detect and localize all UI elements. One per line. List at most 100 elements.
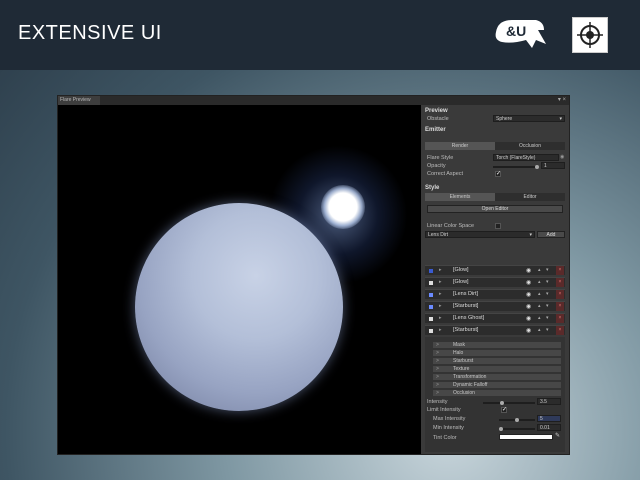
opacity-slider[interactable] — [493, 166, 539, 168]
foldout-arrow-icon[interactable]: > — [436, 390, 439, 397]
min-intensity-slider-knob[interactable] — [499, 427, 503, 431]
element-row[interactable]: ▸ [Lens Dirt] ◉ ▴ ▾ × — [425, 289, 565, 299]
opacity-field[interactable]: 1 — [541, 162, 565, 169]
eye-icon[interactable]: ◉ — [526, 327, 531, 334]
object-picker-icon[interactable]: ◉ — [560, 154, 564, 160]
foldout-arrow-icon[interactable]: > — [436, 374, 439, 381]
foldout-arrow-icon[interactable]: > — [436, 342, 439, 349]
flare-style-value: Torch (FlareStyle) — [496, 155, 536, 161]
element-color-swatch[interactable] — [429, 269, 433, 273]
element-color-swatch[interactable] — [429, 317, 433, 321]
element-row[interactable]: ▸ [Glow] ◉ ▴ ▾ × — [425, 277, 565, 287]
obstacle-value: Sphere — [496, 116, 513, 122]
move-up-icon[interactable]: ▴ — [538, 279, 541, 285]
linear-color-space-checkbox[interactable] — [495, 223, 501, 229]
move-up-icon[interactable]: ▴ — [538, 327, 541, 333]
element-row[interactable]: ▸ [Glow] ◉ ▴ ▾ × — [425, 265, 565, 275]
remove-icon[interactable]: × — [556, 314, 564, 323]
min-intensity-slider[interactable] — [499, 428, 535, 430]
play-arrow-icon[interactable]: ▸ — [439, 279, 442, 285]
intensity-slider[interactable] — [483, 402, 535, 404]
foldout-transformation[interactable]: > Transformation — [433, 374, 561, 381]
tab-editor[interactable]: Editor — [495, 193, 565, 201]
foldout-occlusion[interactable]: > Occlusion — [433, 390, 561, 397]
move-down-icon[interactable]: ▾ — [546, 303, 549, 309]
element-name: [Starburst] — [453, 303, 479, 309]
play-arrow-icon[interactable]: ▸ — [439, 315, 442, 321]
foldout-label: Dynamic Falloff — [453, 382, 488, 388]
opacity-label: Opacity — [427, 163, 446, 169]
tab-elements[interactable]: Elements — [425, 193, 495, 201]
play-arrow-icon[interactable]: ▸ — [439, 327, 442, 333]
tab-flare-preview[interactable]: Flare Preview — [58, 96, 100, 105]
emitter-tabs: Render Occlusion — [425, 142, 565, 150]
remove-icon[interactable]: × — [556, 266, 564, 275]
element-color-swatch[interactable] — [429, 281, 433, 285]
max-intensity-slider-knob[interactable] — [515, 418, 519, 422]
element-color-swatch[interactable] — [429, 293, 433, 297]
intensity-slider-knob[interactable] — [499, 401, 504, 405]
eye-icon[interactable]: ◉ — [526, 267, 531, 274]
move-up-icon[interactable]: ▴ — [538, 291, 541, 297]
brand-logo-text: &U — [506, 23, 526, 39]
intensity-field[interactable]: 3.5 — [537, 398, 561, 405]
tab-occlusion[interactable]: Occlusion — [495, 142, 565, 150]
opacity-slider-knob[interactable] — [535, 165, 539, 169]
limit-intensity-label: Limit Intensity — [427, 407, 461, 413]
eye-icon[interactable]: ◉ — [526, 315, 531, 322]
move-up-icon[interactable]: ▴ — [538, 315, 541, 321]
foldout-arrow-icon[interactable]: > — [436, 366, 439, 373]
obstacle-select[interactable]: Sphere ▾ — [493, 115, 565, 122]
tint-color-swatch[interactable] — [499, 434, 553, 440]
tint-color-label: Tint Color — [433, 435, 457, 441]
window-controls[interactable]: ▾ × — [558, 96, 566, 104]
remove-icon[interactable]: × — [556, 278, 564, 287]
element-name: [Lens Ghost] — [453, 315, 485, 321]
move-up-icon[interactable]: ▴ — [538, 267, 541, 273]
remove-icon[interactable]: × — [556, 326, 564, 335]
foldout-mask[interactable]: > Mask — [433, 342, 561, 349]
play-arrow-icon[interactable]: ▸ — [439, 303, 442, 309]
foldout-label: Texture — [453, 366, 470, 372]
min-intensity-label: Min Intensity — [433, 425, 464, 431]
limit-intensity-checkbox[interactable]: ✓ — [501, 407, 507, 413]
eyedropper-icon[interactable]: ✎ — [555, 432, 560, 439]
remove-icon[interactable]: × — [556, 290, 564, 299]
preset-select[interactable]: Lens Dirt ▾ — [425, 231, 535, 238]
tab-render[interactable]: Render — [425, 142, 495, 150]
move-down-icon[interactable]: ▾ — [546, 291, 549, 297]
correct-aspect-checkbox[interactable]: ✓ — [495, 171, 501, 177]
move-up-icon[interactable]: ▴ — [538, 303, 541, 309]
move-down-icon[interactable]: ▾ — [546, 315, 549, 321]
foldout-starburst[interactable]: > Starburst — [433, 358, 561, 365]
element-name: [Glow] — [453, 279, 469, 285]
eye-icon[interactable]: ◉ — [526, 303, 531, 310]
flare-style-field[interactable]: Torch (FlareStyle) — [493, 154, 559, 161]
element-color-swatch[interactable] — [429, 329, 433, 333]
foldout-dynamic-falloff[interactable]: > Dynamic Falloff — [433, 382, 561, 389]
preview-viewport[interactable] — [58, 105, 421, 454]
play-arrow-icon[interactable]: ▸ — [439, 291, 442, 297]
open-editor-button[interactable]: Open Editor — [427, 205, 563, 213]
foldout-texture[interactable]: > Texture — [433, 366, 561, 373]
preview-heading: Preview — [425, 108, 448, 114]
move-down-icon[interactable]: ▾ — [546, 267, 549, 273]
element-color-swatch[interactable] — [429, 305, 433, 309]
foldout-halo[interactable]: > Halo — [433, 350, 561, 357]
eye-icon[interactable]: ◉ — [526, 291, 531, 298]
element-row[interactable]: ▸ [Starburst] ◉ ▴ ▾ × — [425, 325, 565, 335]
foldout-arrow-icon[interactable]: > — [436, 382, 439, 389]
min-intensity-field[interactable]: 0.01 — [537, 424, 561, 431]
element-name: [Glow] — [453, 267, 469, 273]
move-down-icon[interactable]: ▾ — [546, 279, 549, 285]
element-row[interactable]: ▸ [Lens Ghost] ◉ ▴ ▾ × — [425, 313, 565, 323]
play-arrow-icon[interactable]: ▸ — [439, 267, 442, 273]
add-element-button[interactable]: Add — [537, 231, 565, 238]
eye-icon[interactable]: ◉ — [526, 279, 531, 286]
foldout-arrow-icon[interactable]: > — [436, 350, 439, 357]
max-intensity-field[interactable]: 5 — [537, 415, 561, 422]
foldout-arrow-icon[interactable]: > — [436, 358, 439, 365]
move-down-icon[interactable]: ▾ — [546, 327, 549, 333]
element-row[interactable]: ▸ [Starburst] ◉ ▴ ▾ × — [425, 301, 565, 311]
remove-icon[interactable]: × — [556, 302, 564, 311]
